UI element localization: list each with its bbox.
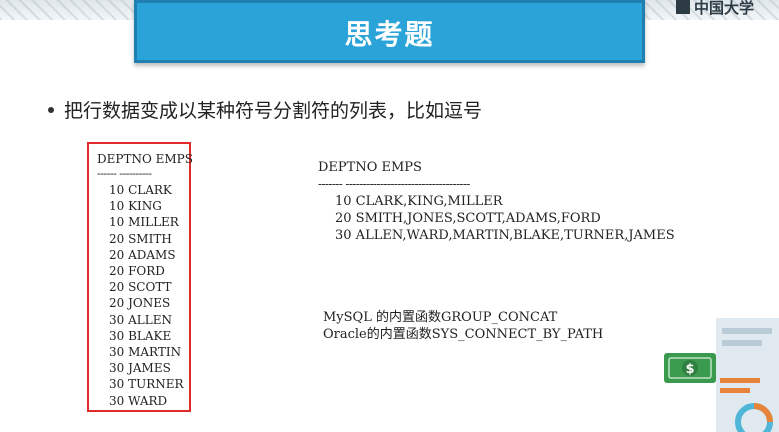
source-row: 20 SCOTT <box>109 280 172 295</box>
result-row: 10 CLARK,KING,MILLER <box>335 194 503 209</box>
corner-illustration: $ <box>664 318 779 432</box>
bullet-text: 把行数据变成以某种符号分割符的列表，比如逗号 <box>64 100 483 122</box>
source-row: 30 BLAKE <box>109 328 172 343</box>
deco-accent-bar <box>720 388 750 393</box>
bullet-dot-icon <box>48 107 54 113</box>
source-row: 30 WARD <box>109 393 168 408</box>
corner-logo: 中国大学 <box>676 0 779 16</box>
result-table-rows: 10 CLARK,KING,MILLER 20 SMITH,JONES,SCOT… <box>318 193 675 244</box>
slide-title: 思考题 <box>344 18 435 51</box>
deco-line <box>722 328 772 334</box>
result-row: 20 SMITH,JONES,SCOTT,ADAMS,FORD <box>335 211 601 226</box>
source-row: 10 MILLER <box>109 215 179 230</box>
deco-line <box>722 340 762 346</box>
source-row: 30 JAMES <box>109 361 171 376</box>
source-table-rows: 10 CLARK 10 KING 10 MILLER 20 SMITH 20 A… <box>109 182 184 409</box>
source-row: 20 JONES <box>109 296 171 311</box>
corner-logo-text: 中国大学 <box>694 0 755 16</box>
source-row: 10 KING <box>109 199 162 214</box>
result-table-separator: ------- --------------------------------… <box>318 177 470 191</box>
source-table-box: DEPTNO EMPS ------ ---------- 10 CLARK 1… <box>87 142 193 412</box>
deco-accent-bar <box>720 378 760 383</box>
source-row: 30 TURNER <box>109 377 184 392</box>
source-row: 30 ALLEN <box>109 312 172 327</box>
result-row: 30 ALLEN,WARD,MARTIN,BLAKE,TURNER,JAMES <box>335 228 675 243</box>
oracle-note: Oracle的内置函数SYS_CONNECT_BY_PATH <box>323 327 604 342</box>
source-row: 20 FORD <box>109 264 165 279</box>
function-notes: MySQL 的内置函数GROUP_CONCAT Oracle的内置函数SYS_C… <box>323 309 603 343</box>
source-row: 20 SMITH <box>109 231 172 246</box>
result-table-header: DEPTNO EMPS <box>318 160 422 175</box>
source-row: 20 ADAMS <box>109 247 176 262</box>
mysql-note: MySQL 的内置函数GROUP_CONCAT <box>323 310 558 325</box>
result-table: DEPTNO EMPS ------- --------------------… <box>318 159 675 244</box>
source-row: 30 MARTIN <box>109 345 182 360</box>
source-table-header: DEPTNO EMPS <box>97 152 193 166</box>
source-table-separator: ------ ---------- <box>97 167 152 180</box>
dollar-sign-icon: $ <box>685 362 694 377</box>
bullet-point: 把行数据变成以某种符号分割符的列表，比如逗号 <box>48 96 482 123</box>
logo-mark-icon <box>676 0 690 14</box>
title-banner: 思考题 <box>134 0 645 63</box>
source-row: 10 CLARK <box>109 183 172 197</box>
